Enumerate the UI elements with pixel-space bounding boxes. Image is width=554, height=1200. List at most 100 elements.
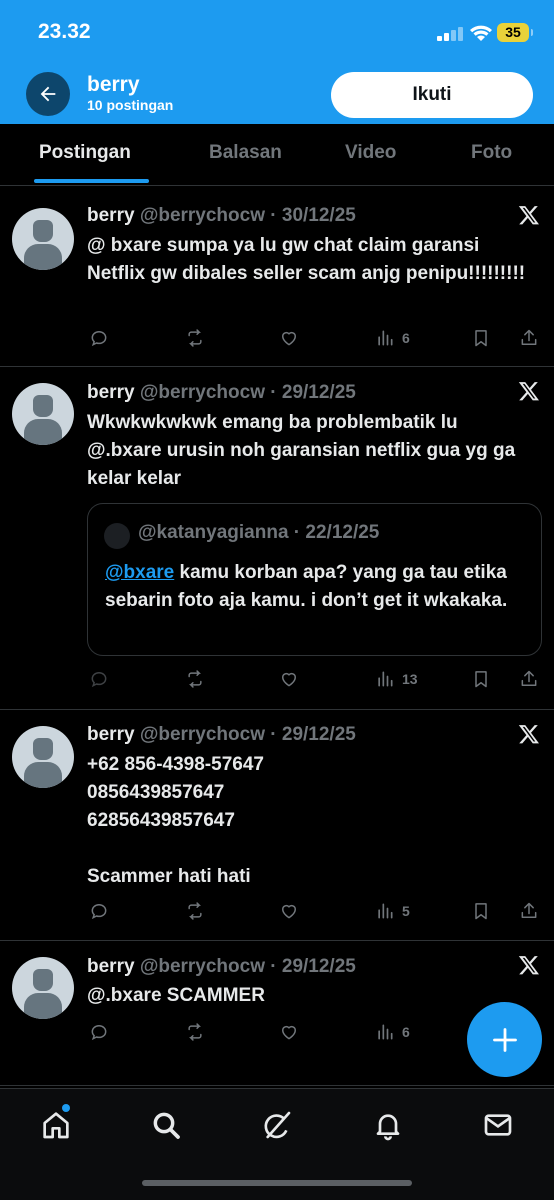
x-logo-icon [518,382,539,401]
author-handle-date: @berrychocw · 29/12/25 [139,956,356,977]
post-item[interactable]: berry @berrychocw · 29/12/25 @.bxare SCA… [0,941,554,1086]
tab-videos[interactable]: Video [345,142,396,164]
bookmark-button[interactable] [471,900,491,922]
reply-button[interactable] [89,1021,109,1043]
views-chart-icon [378,1024,393,1040]
reply-icon [91,903,107,920]
repost-button[interactable] [185,668,205,690]
author-name[interactable]: berry [87,724,135,745]
views-button[interactable]: 13 [375,668,418,690]
share-button[interactable] [519,900,539,922]
home-icon [43,1112,69,1139]
compose-plus-icon [492,1027,517,1052]
view-count: 5 [402,903,410,919]
status-bar: 23.32 35 [0,0,554,62]
post-item[interactable]: berry @berrychocw · 30/12/25 @ bxare sum… [0,187,554,367]
like-button[interactable] [279,327,299,349]
bookmark-icon [475,671,487,688]
avatar[interactable] [12,383,74,445]
share-icon [521,902,537,918]
avatar[interactable] [12,208,74,270]
nav-messages[interactable] [482,1109,514,1141]
reply-icon [91,1024,107,1041]
repost-button[interactable] [185,900,205,922]
avatar[interactable] [12,726,74,788]
repost-icon [188,670,202,688]
views-button[interactable]: 6 [375,1021,410,1043]
post-header: berry @berrychocw · 29/12/25 [87,382,356,404]
bookmark-button[interactable] [471,668,491,690]
post-item[interactable]: berry @berrychocw · 29/12/25 Wkwkwkwkwk … [0,367,554,710]
follow-button[interactable]: Ikuti [331,72,533,118]
x-logo-icon [518,956,539,975]
nav-grok[interactable] [261,1109,293,1141]
quoted-post[interactable]: @katanyagianna · 22/12/25 @bxare kamu ko… [87,503,542,656]
compose-button[interactable] [467,1002,542,1077]
heart-icon [282,331,296,346]
nav-search[interactable] [150,1109,182,1141]
profile-tabs: Postingan Balasan Video Foto [0,124,554,186]
quoted-handle-date: @katanyagianna · 22/12/25 [138,522,380,543]
grok-icon [264,1111,291,1139]
post-item[interactable]: berry @berrychocw · 29/12/25 +62 856-439… [0,710,554,941]
repost-icon [188,902,202,920]
tab-photos[interactable]: Foto [471,142,512,164]
author-handle-date: @berrychocw · 29/12/25 [139,382,356,403]
like-button[interactable] [279,900,299,922]
post-count: 10 postingan [87,97,174,113]
search-icon [153,1112,180,1139]
profile-name: berry [87,73,140,96]
author-name[interactable]: berry [87,956,135,977]
tab-posts[interactable]: Postingan [39,142,131,164]
author-handle-date: @berrychocw · 29/12/25 [139,724,356,745]
cellular-signal-icon [437,27,463,41]
repost-button[interactable] [185,327,205,349]
view-count: 13 [402,671,418,687]
wifi-icon [470,25,492,41]
views-chart-icon [378,903,393,919]
reply-button[interactable] [89,327,109,349]
active-tab-indicator [34,179,149,183]
share-icon [521,329,537,345]
author-handle-date: @berrychocw · 30/12/25 [139,205,356,226]
heart-icon [282,672,296,687]
nav-notifications[interactable] [372,1109,404,1141]
tab-replies[interactable]: Balasan [209,142,282,164]
bookmark-icon [475,330,487,347]
back-button[interactable] [26,72,70,116]
profile-header: 23.32 35 berry 10 postingan Ikuti [0,0,554,124]
bookmark-icon [475,903,487,920]
post-actions: 13 [87,668,547,692]
share-button[interactable] [519,327,539,349]
views-button[interactable]: 6 [375,327,410,349]
arrow-left-icon [40,86,56,102]
share-button[interactable] [519,668,539,690]
views-chart-icon [378,330,393,346]
reply-button[interactable] [89,668,109,690]
post-text: @ bxare sumpa ya lu gw chat claim garans… [87,235,526,284]
notification-dot [62,1104,70,1112]
post-text: +62 856-4398-57647 0856439857647 6285643… [87,754,264,887]
post-header: berry @berrychocw · 29/12/25 [87,956,356,978]
reply-button[interactable] [89,900,109,922]
avatar[interactable] [12,957,74,1019]
post-text: @.bxare SCAMMER [87,985,265,1006]
like-button[interactable] [279,1021,299,1043]
views-button[interactable]: 5 [375,900,410,922]
author-name[interactable]: berry [87,205,135,226]
reply-icon [91,671,107,688]
post-actions: 5 [87,900,547,924]
reply-icon [91,330,107,347]
nav-home[interactable] [40,1109,72,1141]
x-logo-icon [518,206,539,225]
repost-button[interactable] [185,1021,205,1043]
mention-link[interactable]: @bxare [105,562,174,583]
like-button[interactable] [279,668,299,690]
quoted-avatar [104,523,130,549]
battery-icon: 35 [497,23,533,42]
repost-icon [188,329,202,347]
views-chart-icon [378,671,393,687]
bookmark-button[interactable] [471,327,491,349]
view-count: 6 [402,330,410,346]
author-name[interactable]: berry [87,382,135,403]
